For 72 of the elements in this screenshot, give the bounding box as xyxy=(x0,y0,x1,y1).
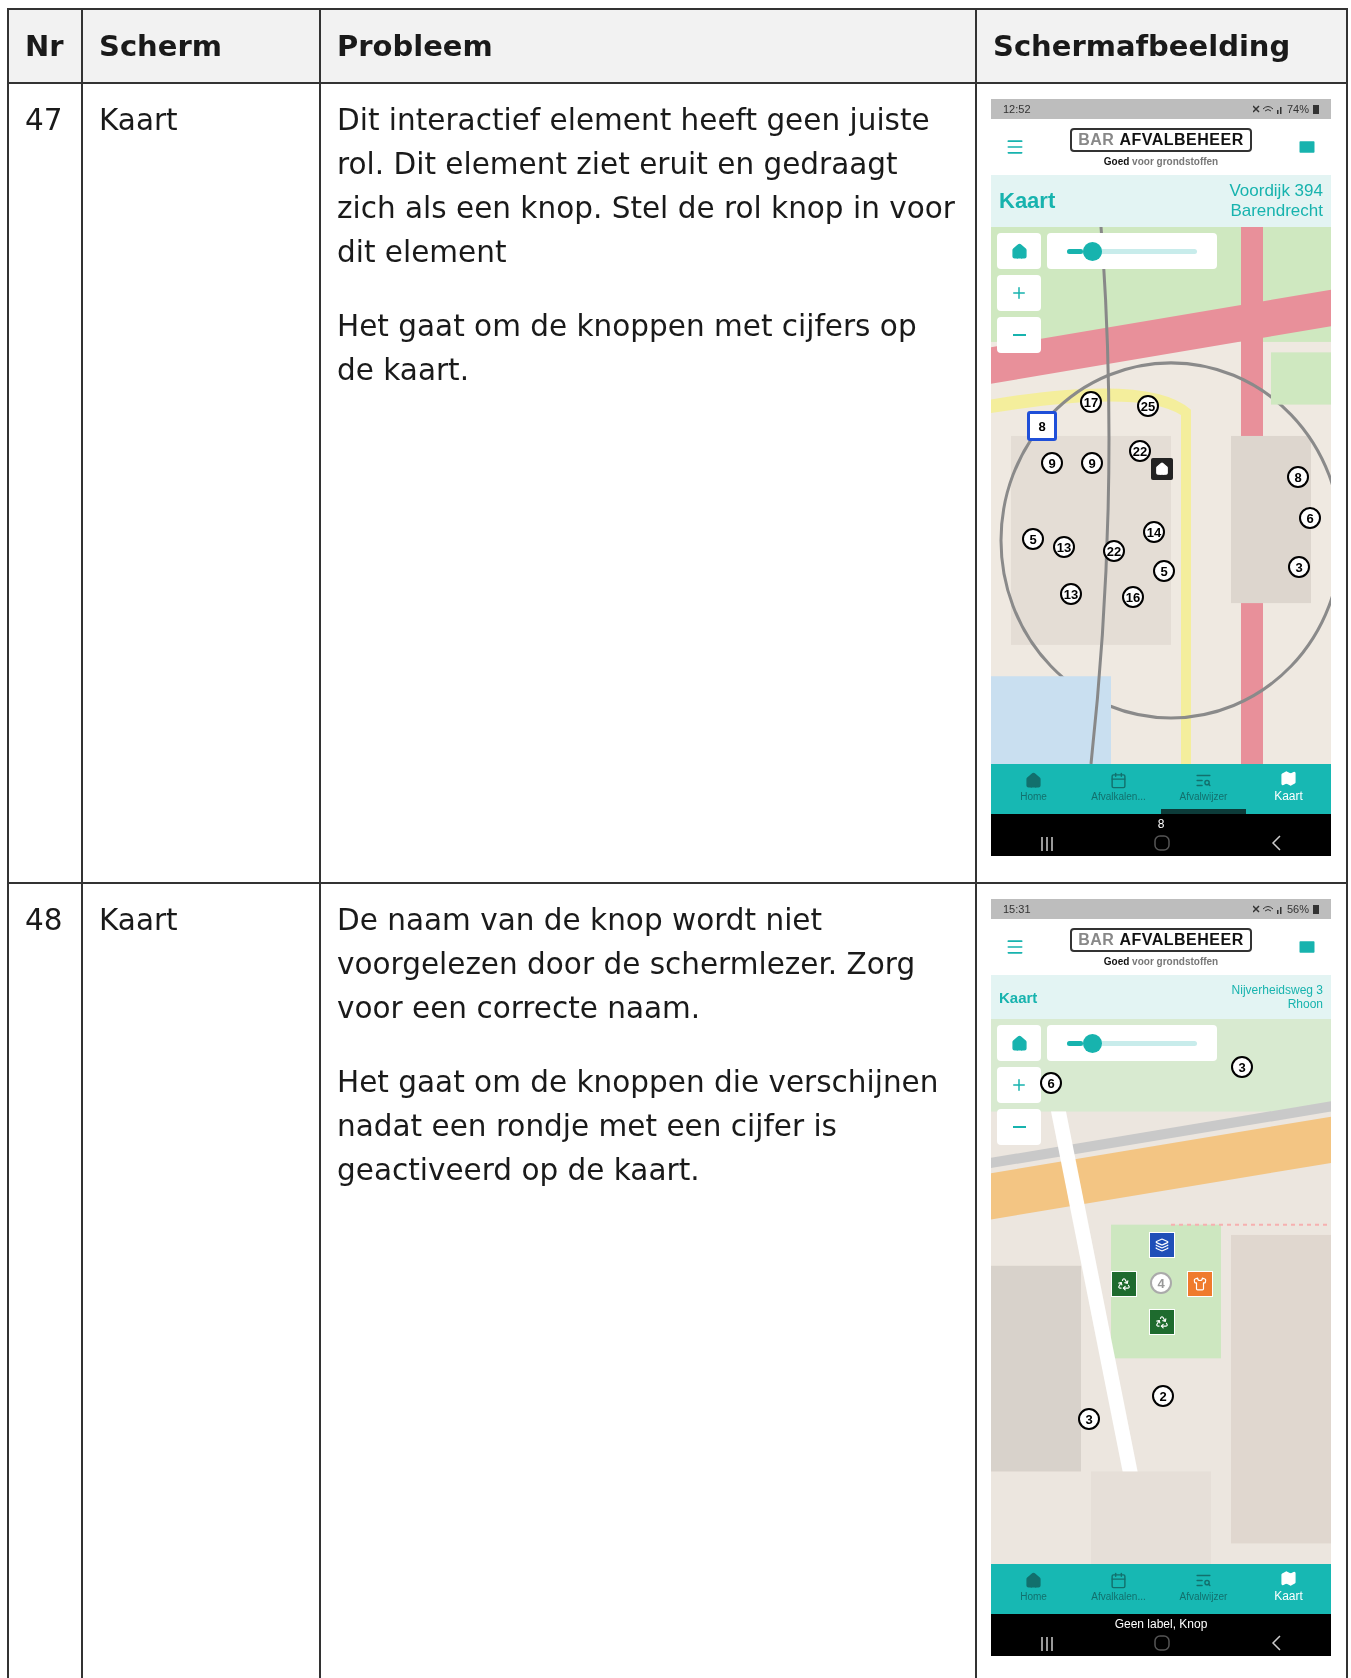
row-number: 47 xyxy=(25,102,64,139)
home-key-icon[interactable] xyxy=(1154,835,1170,851)
recent-apps-icon[interactable] xyxy=(1041,837,1054,851)
map-icon xyxy=(1280,770,1297,787)
page-title: Kaart xyxy=(999,188,1056,214)
signal-icon xyxy=(1252,104,1283,114)
screen-name: Kaart xyxy=(99,902,179,939)
menu-icon[interactable] xyxy=(1005,137,1025,157)
logo-prefix: BAR xyxy=(1078,930,1115,949)
recycle-icon xyxy=(1117,1277,1131,1291)
logo-prefix: BAR xyxy=(1078,130,1115,149)
minus-icon xyxy=(1012,1126,1026,1128)
recent-apps-icon[interactable] xyxy=(1041,1637,1054,1651)
screen-name: Kaart xyxy=(99,102,179,139)
battery-level: 74% xyxy=(1286,103,1309,115)
home-button[interactable] xyxy=(997,233,1041,269)
column-header: Schermafbeelding xyxy=(993,29,1291,63)
shirt-icon xyxy=(1193,1277,1207,1291)
home-icon xyxy=(1025,1571,1042,1589)
battery-level: 56% xyxy=(1286,903,1309,915)
zoom-slider[interactable] xyxy=(1047,1025,1217,1061)
address-line: Voordijk 394 xyxy=(1229,180,1323,201)
signal-icon xyxy=(1252,904,1283,914)
back-icon[interactable] xyxy=(1270,1635,1281,1651)
home-icon xyxy=(1010,1034,1028,1052)
map-marker[interactable] xyxy=(1149,1309,1175,1335)
home-icon xyxy=(1010,242,1028,260)
zoom-in-button[interactable] xyxy=(997,275,1041,311)
column-header: Scherm xyxy=(99,29,222,63)
column-header: Nr xyxy=(25,29,64,63)
zoom-slider[interactable] xyxy=(1047,233,1217,269)
logo-name: AFVALBEHEER xyxy=(1119,930,1244,949)
screen-reader-caption: Geen label, Knop xyxy=(1114,1617,1208,1631)
calendar-icon xyxy=(1110,771,1127,789)
home-icon xyxy=(1025,771,1042,789)
address-line: Nijverheidsweg 3 xyxy=(1231,982,1323,997)
problem-text: Het gaat om de knoppen met cijfers op de kaart. xyxy=(337,308,918,389)
problem-text: Dit interactief element heeft geen juiste rol. Dit element ziet eruit en gedraagt zich als een knop. Stel de rol knop in voor dit element xyxy=(337,102,956,271)
battery-icon xyxy=(1313,104,1319,114)
map-marker[interactable]: 8 xyxy=(1027,411,1057,441)
zoom-out-button[interactable] xyxy=(997,317,1041,353)
back-icon[interactable] xyxy=(1270,835,1281,851)
problem-text: Het gaat om de knoppen die verschijnen nadat een rondje met een cijfer is geactiveerd op de kaart. xyxy=(337,1064,940,1189)
map-marker[interactable] xyxy=(1111,1271,1137,1297)
menu-icon[interactable] xyxy=(1005,937,1025,957)
status-time: 15:31 xyxy=(1003,903,1031,915)
layers-icon xyxy=(1155,1238,1169,1252)
column-header: Probleem xyxy=(337,29,493,63)
row-number: 48 xyxy=(25,902,64,939)
logo-tagline: Goed voor grondstoffen xyxy=(1103,155,1219,167)
zoom-in-button[interactable] xyxy=(997,1067,1041,1103)
home-button[interactable] xyxy=(997,1025,1041,1061)
problem-text: De naam van de knop wordt niet voorgelezen door de schermlezer. Zorg voor een correcte naam. xyxy=(337,902,917,1027)
minus-icon xyxy=(1012,334,1026,336)
home-key-icon[interactable] xyxy=(1154,1635,1170,1651)
plus-icon xyxy=(1010,284,1028,302)
logo-name: AFVALBEHEER xyxy=(1119,130,1244,149)
screen-reader-caption: 8 xyxy=(1157,817,1165,831)
page-title: Kaart xyxy=(999,988,1038,1006)
map-icon xyxy=(1280,1570,1297,1587)
map-marker[interactable] xyxy=(1187,1271,1213,1297)
map-marker[interactable] xyxy=(1149,1232,1175,1258)
calendar-icon xyxy=(1110,1571,1127,1589)
status-time: 12:52 xyxy=(1003,103,1031,115)
slider-thumb[interactable] xyxy=(1082,241,1102,261)
battery-icon xyxy=(1313,904,1319,914)
address-line: Rhoon xyxy=(1287,997,1323,1012)
logo-tagline: Goed voor grondstoffen xyxy=(1103,955,1219,967)
plus-icon xyxy=(1010,1076,1028,1094)
slider-thumb[interactable] xyxy=(1082,1033,1102,1053)
recycle-icon xyxy=(1155,1315,1169,1329)
address-line: Barendrecht xyxy=(1230,201,1323,222)
